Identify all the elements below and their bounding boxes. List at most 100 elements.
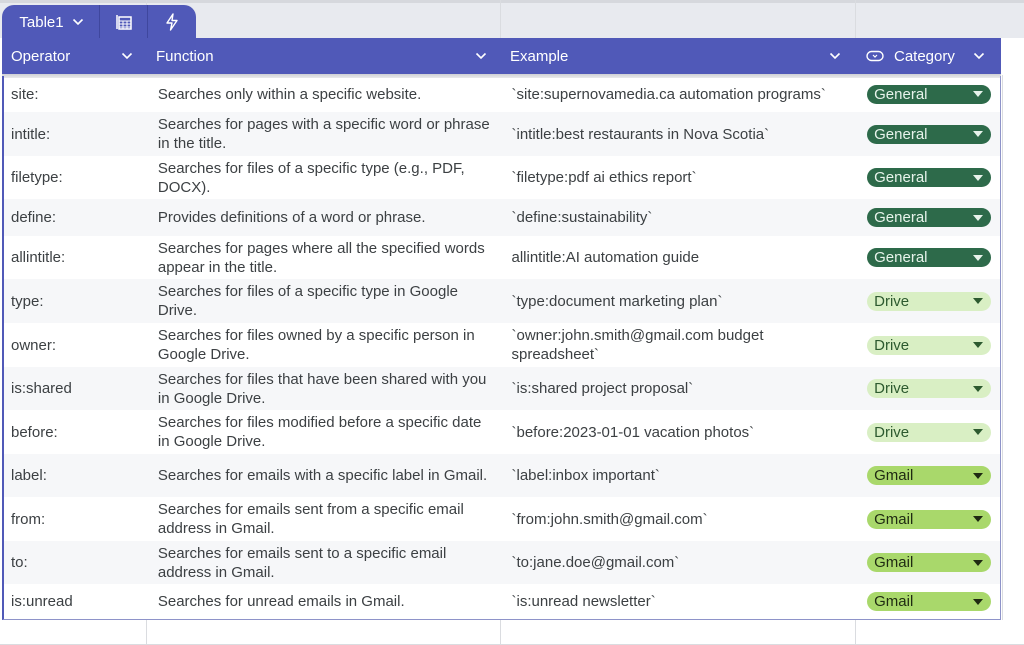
automation-button[interactable]	[148, 5, 196, 39]
column-label: Operator	[11, 47, 71, 65]
category-cell: General	[856, 248, 1000, 267]
example-cell[interactable]: `owner:john.smith@gmail.com budget sprea…	[503, 326, 857, 364]
example-cell[interactable]: `filetype:pdf ai ethics report`	[503, 168, 857, 187]
operator-cell[interactable]: define:	[4, 208, 149, 227]
example-cell[interactable]: `type:document marketing plan`	[503, 292, 857, 311]
operator-cell[interactable]: is:unread	[4, 592, 149, 611]
operator-cell[interactable]: owner:	[4, 336, 149, 355]
chevron-down-icon[interactable]	[829, 52, 841, 60]
lightning-icon	[165, 13, 179, 31]
dropdown-arrow-icon[interactable]	[973, 385, 984, 392]
operator-cell[interactable]: before:	[4, 423, 149, 442]
example-cell[interactable]: `before:2023-01-01 vacation photos`	[503, 423, 857, 442]
dropdown-arrow-icon[interactable]	[973, 342, 984, 348]
dropdown-arrow-icon[interactable]	[973, 472, 984, 479]
example-cell[interactable]: `intitle:best restaurants in Nova Scotia…	[503, 125, 857, 144]
example-cell[interactable]: `to:jane.doe@gmail.com`	[503, 553, 857, 572]
category-label: Drive	[874, 380, 910, 397]
dropdown-arrow-icon[interactable]	[973, 91, 984, 97]
operator-cell[interactable]: type:	[4, 292, 149, 311]
function-cell[interactable]: Searches for files of a specific type (e…	[149, 159, 503, 197]
category-chip[interactable]: Gmail	[867, 466, 992, 485]
function-cell[interactable]: Searches for pages where all the specifi…	[149, 239, 503, 277]
function-cell[interactable]: Searches for unread emails in Gmail.	[149, 592, 503, 611]
function-cell[interactable]: Searches for pages with a specific word …	[149, 115, 503, 153]
category-cell: General	[856, 84, 1000, 104]
dropdown-arrow-icon[interactable]	[973, 214, 984, 221]
dropdown-arrow-icon[interactable]	[973, 298, 984, 304]
operator-cell[interactable]: filetype:	[4, 168, 149, 187]
category-chip[interactable]: General	[867, 124, 992, 144]
column-header-operator[interactable]: Operator	[2, 38, 147, 74]
dropdown-arrow-icon[interactable]	[973, 131, 984, 137]
grid-line	[855, 620, 856, 645]
example-cell[interactable]: `from:john.smith@gmail.com`	[503, 510, 857, 529]
chevron-down-icon[interactable]	[121, 52, 133, 60]
function-cell[interactable]: Searches for emails with a specific labe…	[149, 466, 503, 485]
example-cell[interactable]: `is:shared project proposal`	[503, 379, 857, 398]
category-cell: Drive	[856, 422, 1000, 442]
category-chip[interactable]: Gmail	[867, 592, 992, 611]
function-cell[interactable]: Searches for emails sent to a specific e…	[149, 544, 503, 582]
category-chip[interactable]: General	[867, 208, 992, 227]
category-label: Drive	[874, 336, 910, 354]
table-row: is:unread Searches for unread emails in G…	[4, 584, 1000, 619]
dropdown-arrow-icon[interactable]	[973, 254, 984, 261]
operator-cell[interactable]: site:	[4, 85, 149, 104]
category-chip[interactable]: Drive	[867, 291, 992, 311]
function-cell[interactable]: Searches for files owned by a specific p…	[149, 326, 503, 364]
table-row: is:shared Searches for files that have be…	[4, 367, 1000, 410]
function-cell[interactable]: Searches for emails sent from a specific…	[149, 500, 503, 538]
table-row: owner: Searches for files owned by a spec…	[4, 323, 1000, 367]
column-header-function[interactable]: Function	[147, 38, 501, 74]
category-label: General	[874, 209, 928, 226]
category-chip[interactable]: Gmail	[867, 553, 992, 572]
chevron-down-icon[interactable]	[973, 52, 985, 60]
table-row: intitle: Searches for pages with a specif…	[4, 112, 1000, 156]
dropdown-arrow-icon[interactable]	[973, 559, 984, 566]
column-header-category[interactable]: Category	[855, 38, 999, 74]
chevron-down-icon[interactable]	[475, 52, 487, 60]
calculator-button[interactable]	[100, 5, 148, 39]
category-label: Drive	[874, 292, 910, 310]
category-chip[interactable]: General	[867, 84, 992, 104]
function-cell[interactable]: Searches for files modified before a spe…	[149, 413, 503, 451]
table-body: site: Searches only within a specific web…	[2, 76, 1001, 620]
operator-cell[interactable]: allintitle:	[4, 248, 149, 267]
category-cell: Gmail	[856, 592, 1000, 611]
function-cell[interactable]: Searches only within a specific website.	[149, 85, 503, 104]
calculator-icon	[115, 13, 133, 31]
example-cell[interactable]: allintitle:AI automation guide	[503, 248, 857, 267]
operator-cell[interactable]: is:shared	[4, 379, 149, 398]
example-cell[interactable]: `define:sustainability`	[503, 208, 857, 227]
category-chip[interactable]: Gmail	[867, 509, 992, 529]
category-label: Gmail	[874, 554, 914, 571]
category-chip[interactable]: Drive	[867, 335, 992, 355]
dropdown-arrow-icon[interactable]	[973, 516, 984, 522]
column-header-example[interactable]: Example	[501, 38, 855, 74]
grid-line	[855, 0, 856, 38]
example-cell[interactable]: `label:inbox important`	[503, 466, 857, 485]
category-chip[interactable]: General	[867, 248, 992, 267]
dropdown-arrow-icon[interactable]	[973, 429, 984, 435]
category-cell: Gmail	[856, 466, 1000, 485]
category-chip[interactable]: Drive	[867, 422, 992, 442]
dropdown-arrow-icon[interactable]	[973, 598, 984, 605]
function-cell[interactable]: Provides definitions of a word or phrase…	[149, 208, 503, 227]
function-cell[interactable]: Searches for files that have been shared…	[149, 370, 503, 408]
table-name-button[interactable]: Table1	[2, 5, 100, 39]
category-chip[interactable]: Drive	[867, 379, 992, 398]
category-chip[interactable]: General	[867, 168, 992, 187]
operator-cell[interactable]: to:	[4, 553, 149, 572]
dropdown-arrow-icon[interactable]	[973, 174, 984, 181]
operator-cell[interactable]: intitle:	[4, 125, 149, 144]
data-table: Operator Function Example Category site:…	[2, 38, 1001, 620]
grid-line	[146, 620, 147, 645]
table-row: type: Searches for files of a specific ty…	[4, 279, 1000, 323]
operator-cell[interactable]: label:	[4, 466, 149, 485]
example-cell[interactable]: `is:unread newsletter`	[503, 592, 857, 611]
operator-cell[interactable]: from:	[4, 510, 149, 529]
chevron-down-icon	[72, 18, 84, 26]
function-cell[interactable]: Searches for files of a specific type in…	[149, 282, 503, 320]
example-cell[interactable]: `site:supernovamedia.ca automation progr…	[503, 85, 857, 104]
